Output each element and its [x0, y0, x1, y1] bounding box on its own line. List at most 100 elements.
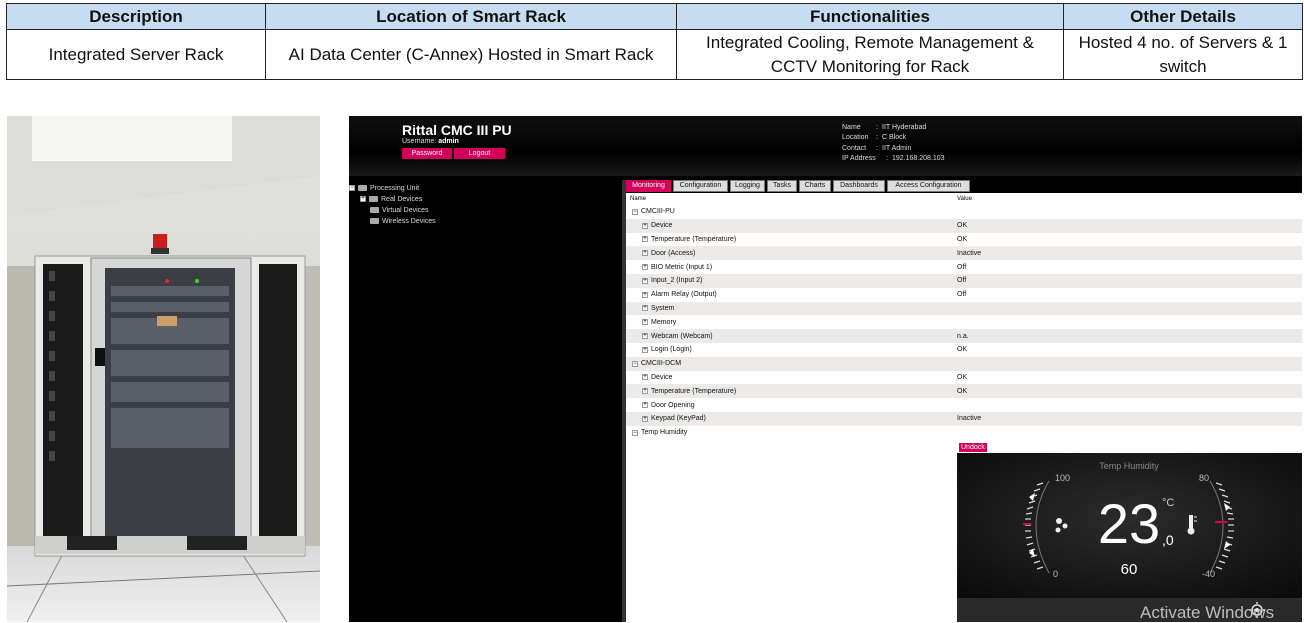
rack-photo: [7, 116, 320, 622]
row-value: OK: [957, 346, 968, 354]
table-row[interactable]: + Memory: [626, 315, 1302, 329]
info-ip-value: 192.168.208.103: [892, 155, 945, 162]
humidity-min-label: 0: [1053, 569, 1058, 579]
group-row-cmciii-pu[interactable]: − CMCIII-PU: [626, 205, 1302, 219]
info-contact-key: Contact: [842, 145, 867, 152]
expand-icon[interactable]: +: [642, 374, 648, 381]
tab-tasks[interactable]: Tasks: [767, 180, 797, 192]
expand-icon[interactable]: +: [642, 250, 648, 257]
expand-icon[interactable]: +: [642, 264, 648, 271]
row-name: System: [651, 304, 675, 312]
table-row[interactable]: + Temperature (Temperature) OK: [626, 384, 1302, 399]
row-value: Inactive: [957, 249, 982, 257]
expand-icon[interactable]: +: [642, 236, 648, 243]
folder-icon: [369, 196, 378, 202]
expand-icon[interactable]: +: [642, 305, 648, 312]
device-tree: − Processing Unit + Real Devices Virtual…: [349, 180, 622, 622]
info-location-value: C Block: [882, 134, 907, 141]
folder-icon: [370, 218, 379, 224]
column-name: Name: [630, 196, 647, 202]
table-row[interactable]: + Input_2 (Input 2) Off: [626, 273, 1302, 288]
spec-data-row: Integrated Server Rack AI Data Center (C…: [6, 29, 1303, 80]
tab-logging[interactable]: Logging: [730, 180, 765, 192]
table-row[interactable]: + BIO Metric (Input 1) Off: [626, 260, 1302, 274]
tab-access-configuration[interactable]: Access Configuration: [887, 180, 970, 192]
logout-button[interactable]: Logout: [454, 148, 505, 159]
expand-icon[interactable]: +: [642, 319, 648, 326]
monitoring-pane: Monitoring Configuration Logging Tasks C…: [626, 180, 1302, 622]
temperature-unit: °C: [1162, 497, 1174, 509]
table-row[interactable]: + Device OK: [626, 371, 1302, 385]
row-value: Off: [957, 291, 967, 299]
group-row-temp-humidity[interactable]: − Temp Humidity: [626, 426, 1302, 440]
monitoring-rows: − CMCIII-PU + Device OK + Temperature (Tempe…: [626, 205, 1302, 440]
row-name: Keypad (KeyPad): [651, 415, 706, 423]
humidity-value: 60: [1121, 561, 1138, 578]
expand-icon[interactable]: +: [642, 291, 648, 298]
collapse-icon[interactable]: −: [632, 208, 638, 215]
tree-label-processing-unit: Processing Unit: [370, 184, 420, 192]
tree-item-processing-unit[interactable]: − Processing Unit: [349, 183, 419, 193]
row-name: CMCIII-PU: [641, 208, 675, 216]
expand-icon[interactable]: +: [360, 196, 366, 202]
row-value: OK: [957, 387, 968, 395]
group-row-cmciii-dcm[interactable]: − CMCIII-DCM: [626, 356, 1302, 371]
tree-item-wireless-devices[interactable]: Wireless Devices: [370, 216, 436, 226]
tab-monitoring[interactable]: Monitoring: [626, 180, 671, 192]
expand-icon[interactable]: +: [642, 402, 648, 409]
header-location: Location of Smart Rack: [265, 3, 677, 30]
expand-icon[interactable]: +: [642, 415, 648, 422]
header-description: Description: [6, 3, 266, 30]
collapse-icon[interactable]: −: [632, 360, 638, 367]
row-value: Off: [957, 263, 967, 271]
table-row[interactable]: + Temperature (Temperature) OK: [626, 233, 1302, 247]
row-name: Door Opening: [651, 401, 695, 409]
undock-button[interactable]: Undock: [959, 443, 987, 452]
table-row[interactable]: + System: [626, 301, 1302, 316]
row-value: Off: [957, 277, 967, 285]
row-name: Input_2 (Input 2): [651, 277, 703, 285]
expand-icon[interactable]: +: [642, 388, 648, 395]
column-value: Value: [957, 196, 972, 202]
table-row[interactable]: + Alarm Relay (Output) Off: [626, 288, 1302, 302]
temp-humidity-widget: 100 0 80 -40 Temp Humidity 23 ,0 °C 60: [957, 453, 1302, 598]
row-name: Door (Access): [651, 249, 696, 257]
rack-photo-illustration: [7, 116, 320, 622]
cell-location: AI Data Center (C-Annex) Hosted in Smart…: [265, 29, 677, 80]
tab-charts[interactable]: Charts: [799, 180, 831, 192]
expand-icon[interactable]: +: [642, 222, 648, 229]
info-ip: IP Address:192.168.208.103: [842, 155, 945, 162]
row-name: Temperature (Temperature): [651, 387, 737, 395]
row-name: Login (Login): [651, 346, 692, 354]
collapse-icon[interactable]: −: [632, 429, 638, 436]
humidity-max-label: 100: [1055, 473, 1070, 483]
collapse-icon[interactable]: −: [349, 185, 355, 191]
temperature-max-label: 80: [1199, 473, 1209, 483]
tab-dashboards[interactable]: Dashboards: [833, 180, 885, 192]
username-label: Username:: [402, 138, 437, 145]
tree-label-real-devices: Real Devices: [381, 195, 423, 203]
row-name: Webcam (Webcam): [651, 332, 713, 340]
temperature-decimal: ,0: [1162, 532, 1174, 548]
temperature-value: 23: [1098, 492, 1160, 555]
cmc-web-ui: Rittal CMC III PU Username: admin Passwo…: [349, 116, 1302, 622]
info-name-value: IIT Hyderabad: [882, 124, 927, 131]
username-line: Username: admin: [402, 138, 459, 145]
expand-icon[interactable]: +: [642, 333, 648, 340]
spec-header-row: Description Location of Smart Rack Funct…: [6, 3, 1303, 30]
password-button[interactable]: Password: [402, 148, 452, 159]
table-row[interactable]: + Device OK: [626, 218, 1302, 233]
tree-label-virtual-devices: Virtual Devices: [382, 206, 429, 214]
table-row[interactable]: + Login (Login) OK: [626, 343, 1302, 357]
table-row[interactable]: + Door Opening: [626, 398, 1302, 412]
tree-item-virtual-devices[interactable]: Virtual Devices: [370, 205, 429, 215]
row-name: Device: [651, 373, 673, 381]
info-location-key: Location: [842, 134, 869, 141]
table-row[interactable]: + Door (Access) Inactive: [626, 246, 1302, 261]
tab-configuration[interactable]: Configuration: [673, 180, 728, 192]
expand-icon[interactable]: +: [642, 346, 648, 353]
table-row[interactable]: + Keypad (KeyPad) Inactive: [626, 411, 1302, 426]
expand-icon[interactable]: +: [642, 277, 648, 284]
table-row[interactable]: + Webcam (Webcam) n.a.: [626, 329, 1302, 343]
tree-item-real-devices[interactable]: + Real Devices: [360, 194, 422, 204]
